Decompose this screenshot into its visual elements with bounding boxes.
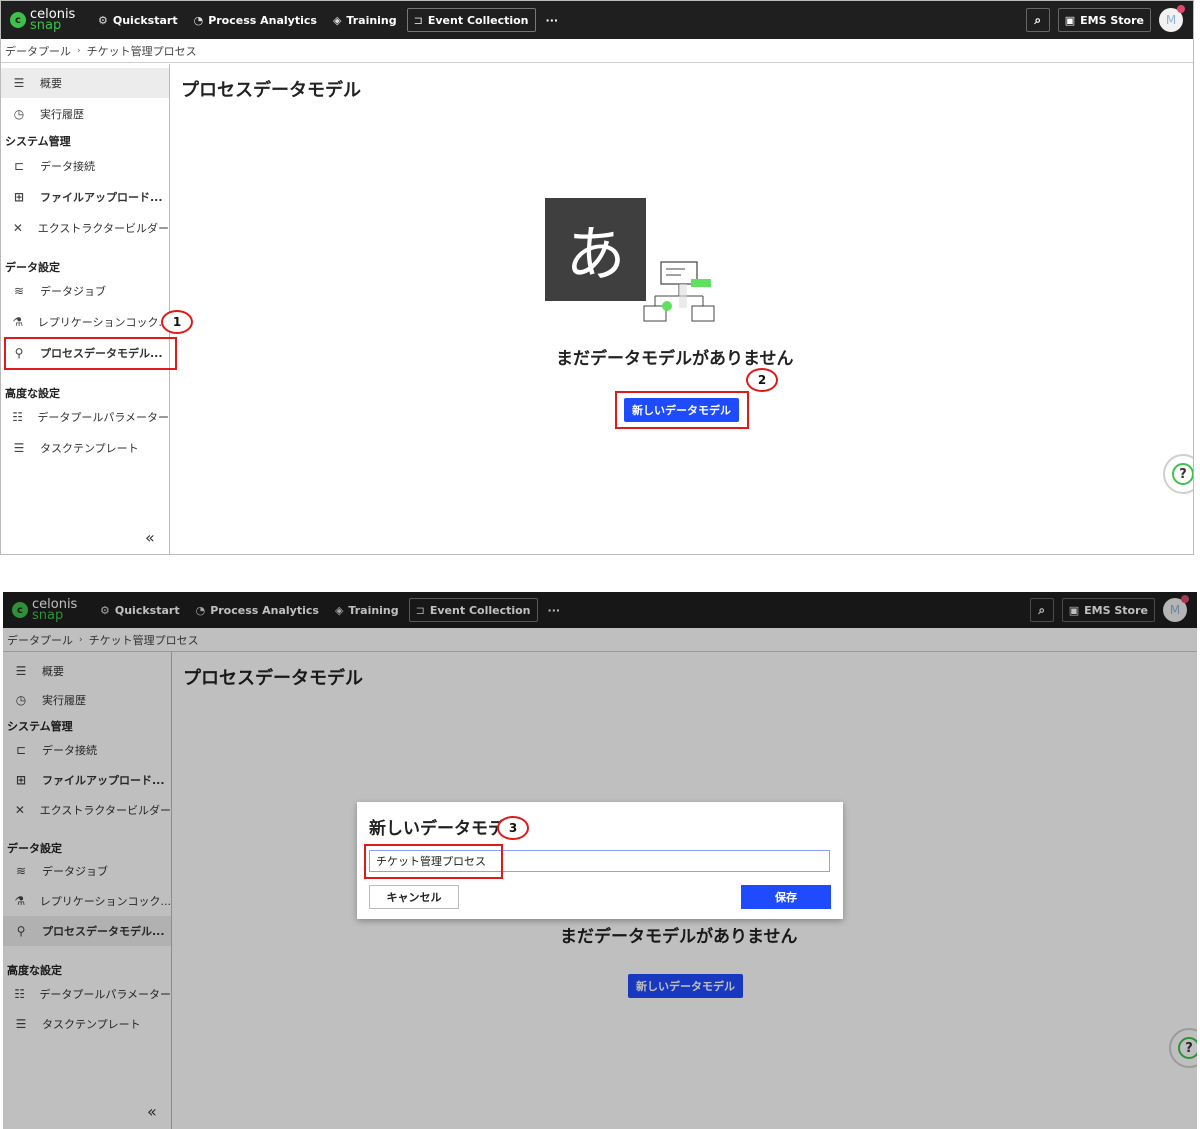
- cancel-button[interactable]: キャンセル: [369, 885, 459, 909]
- sidebar-item-label: 実行履歴: [40, 108, 84, 121]
- sidebar-item-label: 概要: [40, 77, 62, 90]
- more-menu-button[interactable]: ···: [540, 8, 565, 32]
- sidebar-item-label: データジョブ: [40, 285, 106, 298]
- top-nav: c celonis snap ⚙ Quickstart ◔ Process Anal…: [1, 1, 1193, 39]
- avatar-initial: M: [1165, 13, 1177, 27]
- flask-icon: ⚗: [12, 315, 24, 329]
- highlight-box-2: [615, 391, 749, 429]
- section-system: システム管理: [5, 135, 71, 148]
- sidebar: ☰ 概要 ◷ 実行履歴 システム管理 ⊏ データ接続 ⊞ ファイルアップロード... ✕…: [1, 64, 170, 554]
- nav-event-collection[interactable]: ⊐ Event Collection: [406, 8, 536, 32]
- nav-process-analytics[interactable]: ◔ Process Analytics: [188, 8, 323, 32]
- breadcrumb-separator-icon: ›: [77, 45, 81, 56]
- file-upload-icon: ⊞: [13, 190, 25, 204]
- sidebar-item-history[interactable]: ◷ 実行履歴: [1, 99, 169, 129]
- sliders-icon: ☷: [12, 410, 24, 424]
- screenshot-2: c celonis snap ⚙ Quickstart ◔ Process Anal…: [3, 592, 1197, 1129]
- sidebar-item-extractor-builder[interactable]: ✕ エクストラクタービルダー: [1, 213, 169, 243]
- nav-quickstart[interactable]: ⚙ Quickstart: [92, 8, 184, 32]
- quickstart-icon: ⚙: [98, 13, 108, 27]
- search-button[interactable]: ⌕: [1025, 8, 1050, 32]
- sidebar-item-task-templates[interactable]: ☰ タスクテンプレート: [1, 433, 169, 463]
- logo-line2: snap: [30, 18, 62, 33]
- sidebar-item-replication[interactable]: ⚗ レプリケーションコック...: [1, 307, 169, 337]
- ems-store-label: EMS Store: [1080, 13, 1144, 27]
- nav-quickstart-label: Quickstart: [112, 13, 178, 27]
- avatar[interactable]: M: [1159, 5, 1185, 32]
- celonis-logo-mark: c: [10, 12, 26, 28]
- layers-icon: ≋: [13, 284, 25, 298]
- sidebar-item-label: エクストラクタービルダー: [37, 222, 169, 235]
- sidebar-item-label: データプールパラメーター: [37, 411, 169, 424]
- sidebar-item-pool-params[interactable]: ☷ データプールパラメーター: [1, 402, 169, 432]
- history-icon: ◷: [13, 107, 25, 121]
- celonis-logo[interactable]: c celonis snap: [10, 8, 92, 33]
- language-icon: あ: [545, 198, 646, 301]
- sidebar-item-label: ファイルアップロード...: [40, 191, 163, 204]
- training-icon: ◈: [332, 13, 342, 27]
- callout-2: 2: [746, 368, 778, 392]
- highlight-box-1: [4, 337, 177, 370]
- nav-training-label: Training: [346, 13, 397, 27]
- help-icon: ?: [1172, 463, 1193, 485]
- sidebar-item-overview[interactable]: ☰ 概要: [1, 68, 169, 98]
- section-advanced: 高度な設定: [5, 387, 60, 400]
- save-button[interactable]: 保存: [741, 885, 831, 909]
- ems-store-button[interactable]: ▣ EMS Store: [1057, 8, 1151, 32]
- sidebar-item-file-upload[interactable]: ⊞ ファイルアップロード...: [1, 182, 169, 212]
- nav-event-collection-label: Event Collection: [427, 13, 529, 27]
- list-lines-icon: ☰: [13, 441, 25, 455]
- screenshot-1: c celonis snap ⚙ Quickstart ◔ Process Anal…: [0, 0, 1194, 555]
- store-icon: ▣: [1064, 13, 1076, 27]
- list-icon: ☰: [13, 76, 25, 90]
- callout-3: 3: [497, 816, 529, 840]
- sidebar-item-data-connection[interactable]: ⊏ データ接続: [1, 151, 169, 181]
- data-model-illustration-icon: [643, 261, 715, 322]
- tools-icon: ✕: [12, 221, 23, 235]
- collapse-sidebar-button[interactable]: «: [145, 528, 155, 547]
- breadcrumb-root[interactable]: データプール: [5, 43, 71, 59]
- page-title: プロセスデータモデル: [181, 80, 361, 101]
- plug-icon: ⊏: [13, 159, 25, 173]
- process-analytics-icon: ◔: [193, 13, 204, 27]
- sidebar-item-label: データ接続: [40, 160, 95, 173]
- section-data: データ設定: [5, 261, 60, 274]
- help-button[interactable]: ?: [1163, 454, 1193, 494]
- callout-1: 1: [161, 310, 193, 334]
- main-content: プロセスデータモデル あ まだデータモデルがありません 新しいデータモデル ?: [171, 64, 1193, 554]
- breadcrumb-current: チケット管理プロセス: [86, 44, 197, 58]
- empty-state-title: まだデータモデルがありません: [556, 349, 794, 369]
- notification-dot: [1177, 5, 1185, 13]
- nav-process-analytics-label: Process Analytics: [208, 13, 317, 27]
- event-collection-icon: ⊐: [413, 13, 423, 27]
- sidebar-item-label: タスクテンプレート: [40, 442, 139, 455]
- search-icon: ⌕: [1034, 12, 1042, 27]
- nav-training[interactable]: ◈ Training: [327, 8, 403, 32]
- highlight-box-3: [364, 844, 503, 879]
- sidebar-item-label: レプリケーションコック...: [37, 316, 169, 329]
- sidebar-item-data-jobs[interactable]: ≋ データジョブ: [1, 276, 169, 306]
- breadcrumb: データプール › チケット管理プロセス: [1, 39, 1193, 63]
